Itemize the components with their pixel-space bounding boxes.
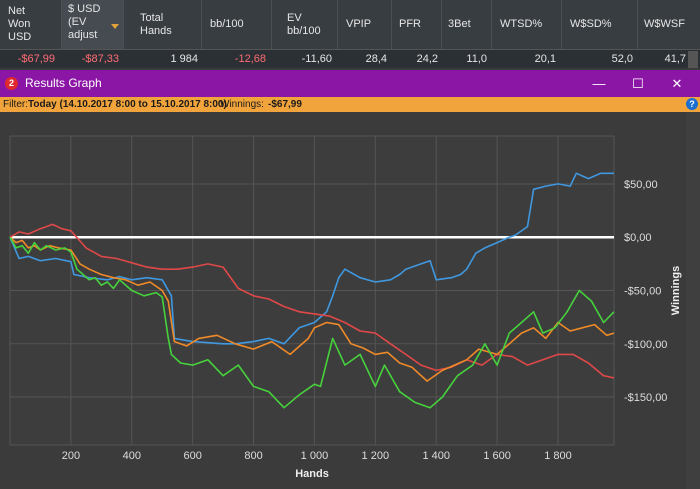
close-button[interactable]: ✕ [660, 70, 694, 97]
col-header-ev-adjusted[interactable]: $ USD (EV adjust [62, 0, 124, 49]
stats-table: Net Won USD $ USD (EV adjust Total Hands… [0, 0, 700, 68]
value-wwsf: 41,7 [664, 53, 686, 65]
x-tick-label: 1 400 [422, 450, 450, 462]
value-vpip: 28,4 [365, 53, 387, 65]
value-ev-bb100: -11,60 [301, 53, 332, 65]
sort-desc-icon [111, 24, 119, 29]
value-ev-adjusted: -$87,33 [81, 53, 119, 65]
value-bb100: -12,68 [234, 53, 266, 65]
results-graph: 200 400 600 800 1 000 1 200 1 400 1 600 1 800 $50… [0, 112, 700, 489]
x-tick-label: 1 600 [483, 450, 511, 462]
stats-header-row: Net Won USD $ USD (EV adjust Total Hands… [0, 0, 700, 49]
col-header-3bet[interactable]: 3Bet [442, 0, 492, 49]
filter-range[interactable]: Today (14.10.2017 8:00 to 15.10.2017 8:0… [28, 97, 227, 112]
col-header-net-won[interactable]: Net Won USD [0, 0, 62, 49]
value-wsd: 52,0 [611, 53, 633, 65]
col-header-wwsf[interactable]: W$WSF [638, 0, 700, 49]
col-header-bb100[interactable]: bb/100 [202, 0, 272, 49]
col-header-wsd[interactable]: W$SD% [562, 0, 638, 49]
col-header-vpip[interactable]: VPIP [338, 0, 392, 49]
value-wtsd: 20,1 [534, 53, 556, 65]
y-axis-label: Winnings [670, 266, 682, 315]
filter-bar: Filter: Today (14.10.2017 8:00 to 15.10.… [0, 97, 700, 112]
maximize-button[interactable]: ☐ [621, 70, 655, 97]
value-3bet: 11,0 [466, 53, 487, 65]
y-tick-label: $50,00 [624, 179, 658, 191]
results-graph-svg: 200 400 600 800 1 000 1 200 1 400 1 600 1 800 $50… [9, 135, 682, 480]
x-tick-label: 800 [244, 450, 262, 462]
col-header-pfr[interactable]: PFR [392, 0, 442, 49]
table-scrollbar[interactable] [688, 51, 698, 68]
x-tick-label: 1 200 [362, 450, 390, 462]
window-vertical-scrollbar[interactable] [686, 112, 700, 489]
x-tick-label: 400 [123, 450, 141, 462]
winnings-value: -$67,99 [268, 99, 302, 110]
x-tick-label: 1 800 [544, 450, 572, 462]
x-tick-label: 1 000 [301, 450, 329, 462]
x-tick-label: 600 [183, 450, 201, 462]
window-title: Results Graph [25, 76, 102, 90]
y-tick-label: -$150,00 [624, 392, 667, 404]
winnings-label: Winnings: [220, 99, 264, 110]
stats-value-row[interactable]: -$67,99 -$87,33 1 984 -12,68 -11,60 28,4… [0, 49, 700, 68]
filter-label: Filter: [3, 99, 28, 110]
x-tick-label: 200 [62, 450, 80, 462]
value-pfr: 24,2 [416, 53, 438, 65]
y-tick-label: $0,00 [624, 232, 652, 244]
minimize-button[interactable]: — [582, 70, 616, 97]
app-icon: 2 [5, 77, 18, 90]
x-axis-label: Hands [295, 468, 329, 480]
value-net-won: -$67,99 [17, 53, 55, 65]
y-tick-label: -$50,00 [624, 286, 661, 298]
value-total-hands: 1 984 [170, 53, 198, 65]
help-icon[interactable]: ? [686, 98, 698, 110]
col-header-ev-adjusted-label: $ USD (EV adjust [68, 3, 101, 41]
col-header-wtsd[interactable]: WTSD% [492, 0, 562, 49]
col-header-ev-bb100[interactable]: EV bb/100 [272, 0, 338, 49]
col-header-total-hands[interactable]: Total Hands [124, 0, 202, 49]
y-tick-label: -$100,00 [624, 339, 667, 351]
window-titlebar[interactable]: 2 Results Graph — ☐ ✕ [0, 70, 700, 97]
